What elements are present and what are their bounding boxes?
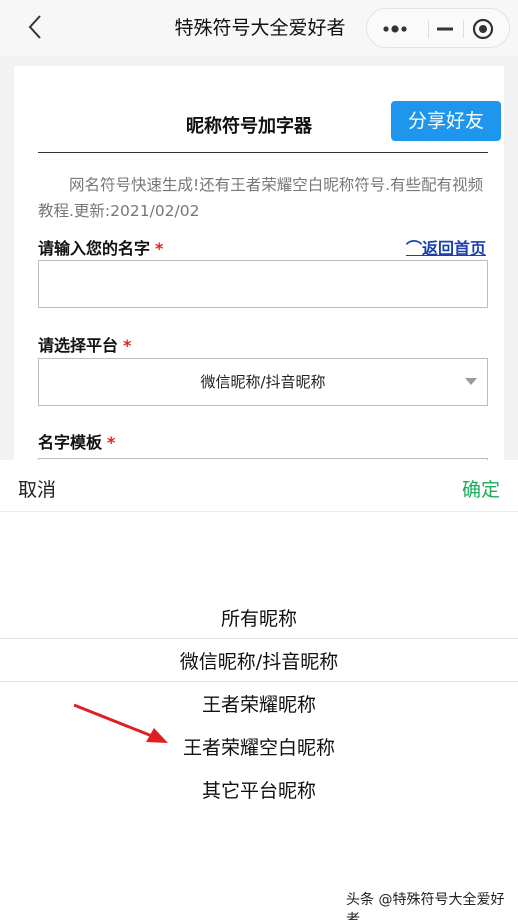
more-button[interactable] xyxy=(381,19,409,39)
watermark: 头条 @特殊符号大全爱好者 xyxy=(346,892,505,920)
name-input[interactable] xyxy=(38,260,488,308)
name-field-label: 请输入您的名字 * xyxy=(38,238,163,260)
required-mark: * xyxy=(123,336,132,355)
name-label-text: 请输入您的名字 xyxy=(38,239,151,258)
required-mark: * xyxy=(107,433,116,452)
picker-option[interactable]: 其它平台昵称 xyxy=(0,770,518,813)
platform-select-value: 微信昵称/抖音昵称 xyxy=(200,373,326,391)
title-divider xyxy=(38,152,488,153)
more-dots-icon xyxy=(383,25,407,33)
minimize-icon xyxy=(437,27,453,31)
description-text: 网名符号快速生成!还有王者荣耀空白昵称符号.有些配有视频教程.更新:2021/0… xyxy=(38,176,484,220)
minimize-button[interactable] xyxy=(429,19,461,39)
back-home-link[interactable]: ⌒返回首页 xyxy=(406,238,486,260)
platform-label-text: 请选择平台 xyxy=(38,336,119,355)
cancel-button[interactable]: 取消 xyxy=(18,476,56,504)
page-title: 特殊符号大全爱好者 xyxy=(174,17,346,39)
template-field-label: 名字模板 * xyxy=(38,432,115,454)
platform-select[interactable]: 微信昵称/抖音昵称 xyxy=(38,358,488,406)
chevron-left-icon xyxy=(28,15,41,39)
close-button[interactable] xyxy=(470,17,496,41)
back-button[interactable] xyxy=(22,13,50,41)
capsule-divider xyxy=(463,20,464,38)
picker-option-selected[interactable]: 微信昵称/抖音昵称 xyxy=(0,641,518,684)
mini-program-capsule xyxy=(366,8,510,48)
annotation-arrow-icon xyxy=(73,703,168,743)
platform-field-label: 请选择平台 * xyxy=(38,335,131,357)
confirm-button[interactable]: 确定 xyxy=(462,476,500,504)
caret-down-icon xyxy=(465,378,477,385)
card-title: 昵称符号加字器 xyxy=(186,116,312,137)
share-friends-button[interactable]: 分享好友 xyxy=(391,101,501,141)
picker-header: 取消 确定 xyxy=(0,460,518,512)
template-label-text: 名字模板 xyxy=(38,433,103,452)
platform-picker-sheet: 取消 确定 所有昵称 微信昵称/抖音昵称 王者荣耀昵称 王者荣耀空白昵称 其它平… xyxy=(0,460,518,920)
close-target-icon xyxy=(472,18,494,40)
required-mark: * xyxy=(155,239,164,258)
picker-option[interactable]: 所有昵称 xyxy=(0,598,518,641)
form-card: 昵称符号加字器 分享好友 网名符号快速生成!还有王者荣耀空白昵称符号.有些配有视… xyxy=(14,66,504,468)
top-nav-bar: 特殊符号大全爱好者 xyxy=(0,0,518,56)
